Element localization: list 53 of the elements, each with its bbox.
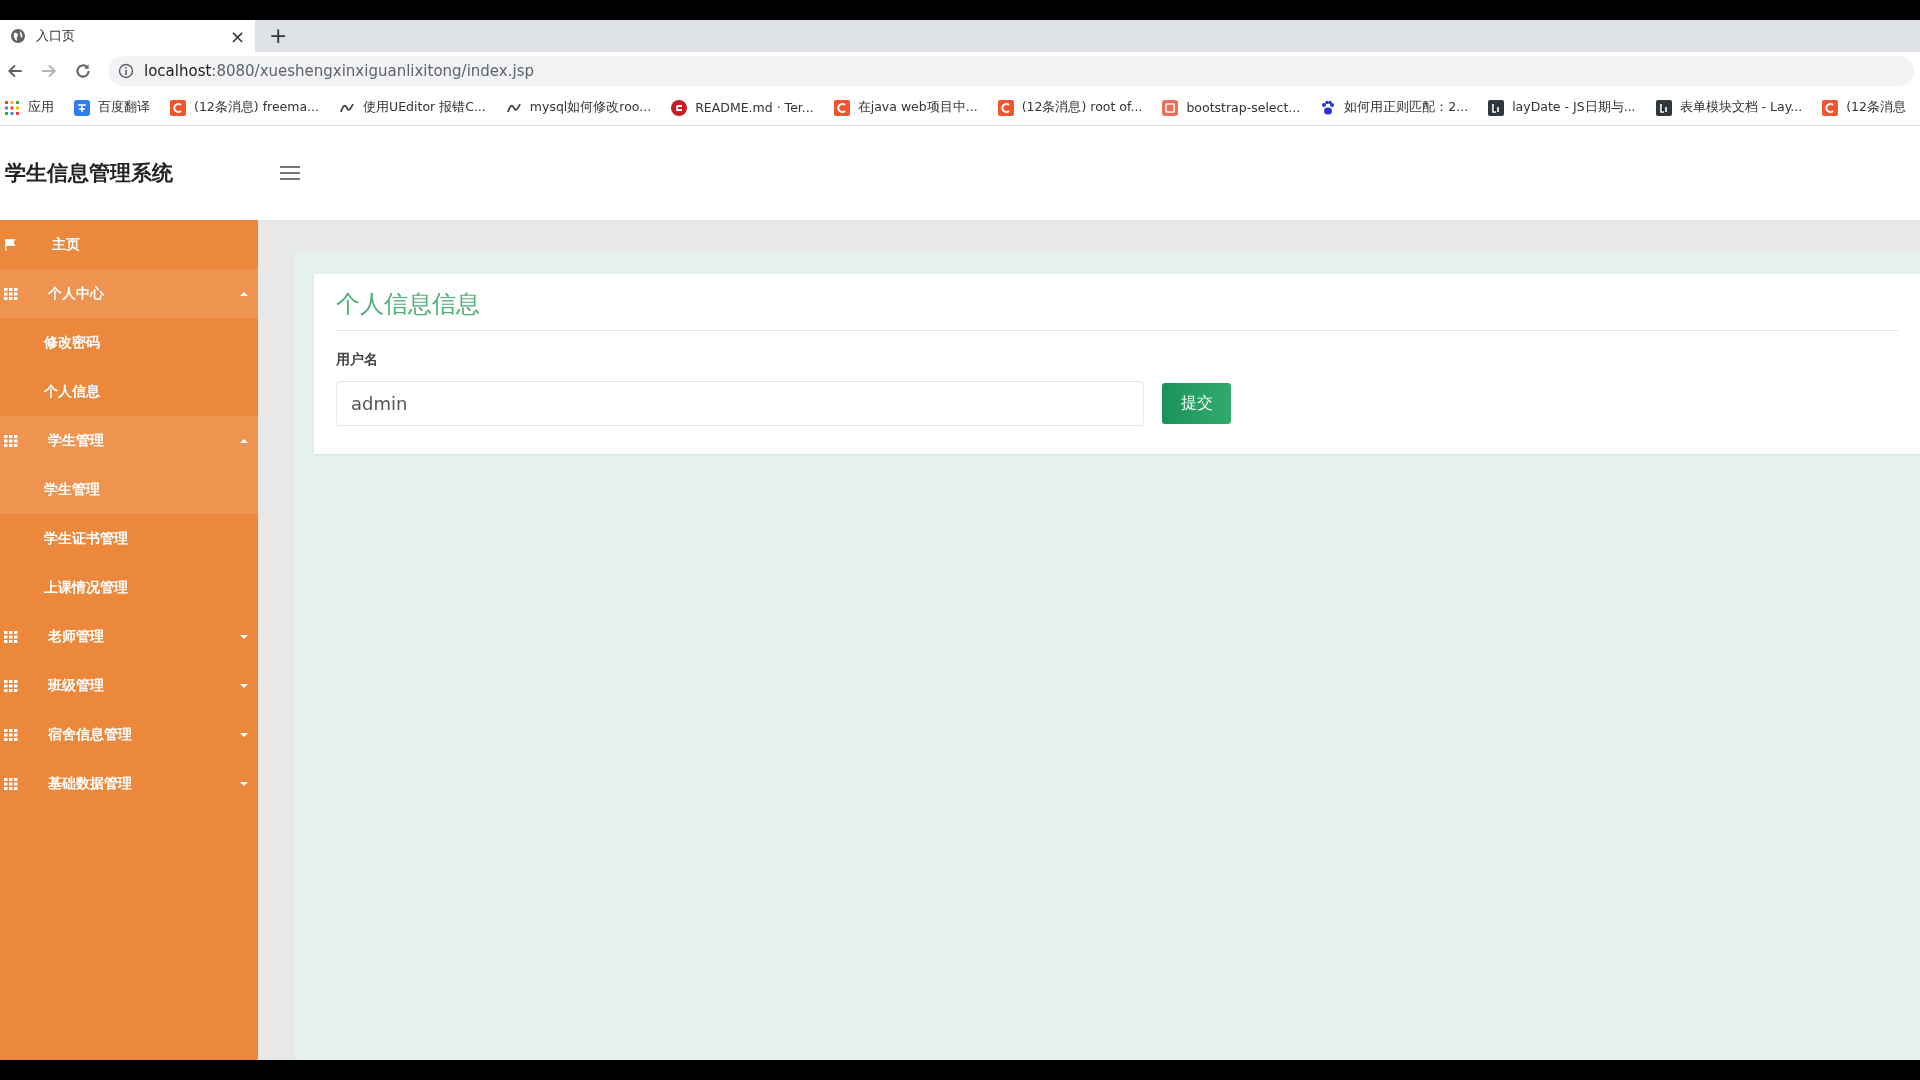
grid-icon [4,777,18,790]
menu-icon[interactable] [280,166,300,180]
info-icon [118,63,134,79]
bookmark[interactable]: README.md · Ter... [671,99,814,116]
paw-icon [1320,99,1337,116]
bookmark[interactable]: 应用 [4,99,54,116]
apps-grid-icon [4,99,20,116]
address-bar[interactable]: localhost:8080/xueshengxinxiguanlixitong/index.jsp [108,56,1914,86]
bookmark[interactable]: 百度翻译 [74,99,150,116]
globe-icon [10,28,26,44]
bookmark[interactable]: layDate - JS日期与... [1488,99,1636,116]
c-logo-icon [833,99,850,116]
url-text: localhost:8080/xueshengxinxiguanlixitong/index.jsp [144,62,534,80]
bookmark[interactable]: 表单模块文档 - Lay... [1655,99,1803,116]
caret-down-icon [240,683,248,688]
submit-button[interactable]: 提交 [1162,383,1231,424]
bookmark[interactable]: 使用UEditor 报错C... [339,99,486,116]
caret-down-icon [240,732,248,737]
caret-up-icon [240,438,248,443]
field-label: 用户名 [336,351,379,369]
bookmark[interactable]: bootstrap-select... [1162,99,1301,116]
bookmark[interactable]: 如何用正则匹配：2... [1320,99,1469,116]
grid-icon [4,287,18,300]
grid-icon [4,434,18,447]
back-icon[interactable] [6,62,24,80]
bookmark[interactable]: mysql如何修改roo... [505,99,652,116]
grid-icon [4,630,18,643]
bookmark[interactable]: 在java web项目中... [833,99,978,116]
c-logo-icon [1822,99,1839,116]
bookmark[interactable]: (12条消息) freema... [170,99,320,116]
new-tab-button[interactable]: + [255,20,302,52]
caret-down-icon [240,634,248,639]
close-tab-button[interactable]: × [229,25,245,47]
tab-title: 入口页 [36,27,76,45]
c-logo-icon [170,99,186,116]
username-field[interactable]: admin [336,381,1144,426]
bookmark[interactable]: (12条消息) root of... [997,99,1143,116]
book-icon [1162,99,1179,116]
grid-icon [4,679,18,692]
grid-icon [4,728,18,741]
layui-logo-icon [1488,99,1505,116]
translate-icon [74,99,90,116]
browser-tab[interactable]: 入口页 × [0,20,255,52]
app-title: 学生信息管理系统 [5,160,174,187]
bookmark[interactable]: (12条消息 [1822,99,1906,116]
caret-up-icon [240,291,248,296]
flag-icon [4,238,18,251]
caret-down-icon [240,781,248,786]
layui-logo-icon [1655,99,1672,116]
c-logo-icon [997,99,1014,116]
g-logo-icon [671,99,688,116]
card-title: 个人信息信息 [336,288,1898,331]
reload-icon[interactable] [74,62,92,80]
